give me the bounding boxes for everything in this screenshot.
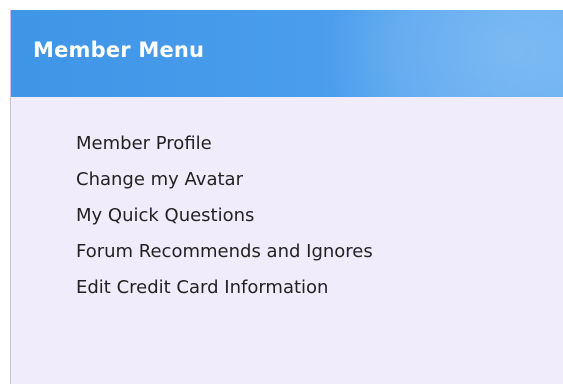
- edit-credit-card-link[interactable]: Edit Credit Card Information: [76, 277, 328, 298]
- member-profile-link[interactable]: Member Profile: [76, 133, 212, 154]
- member-menu-panel: Member Menu Member Profile Change my Ava…: [10, 10, 563, 384]
- menu-item-change-avatar: Change my Avatar: [76, 168, 373, 204]
- menu-item-quick-questions: My Quick Questions: [76, 204, 373, 240]
- header-decoration: [323, 10, 563, 97]
- member-menu-header: Member Menu: [11, 10, 563, 97]
- menu-item-member-profile: Member Profile: [76, 132, 373, 168]
- menu-item-edit-credit-card: Edit Credit Card Information: [76, 276, 373, 312]
- member-menu-list: Member Profile Change my Avatar My Quick…: [76, 132, 373, 312]
- change-avatar-link[interactable]: Change my Avatar: [76, 169, 243, 190]
- forum-recommends-link[interactable]: Forum Recommends and Ignores: [76, 241, 373, 262]
- menu-item-forum-recommends: Forum Recommends and Ignores: [76, 240, 373, 276]
- member-menu-title: Member Menu: [33, 38, 205, 62]
- quick-questions-link[interactable]: My Quick Questions: [76, 205, 254, 226]
